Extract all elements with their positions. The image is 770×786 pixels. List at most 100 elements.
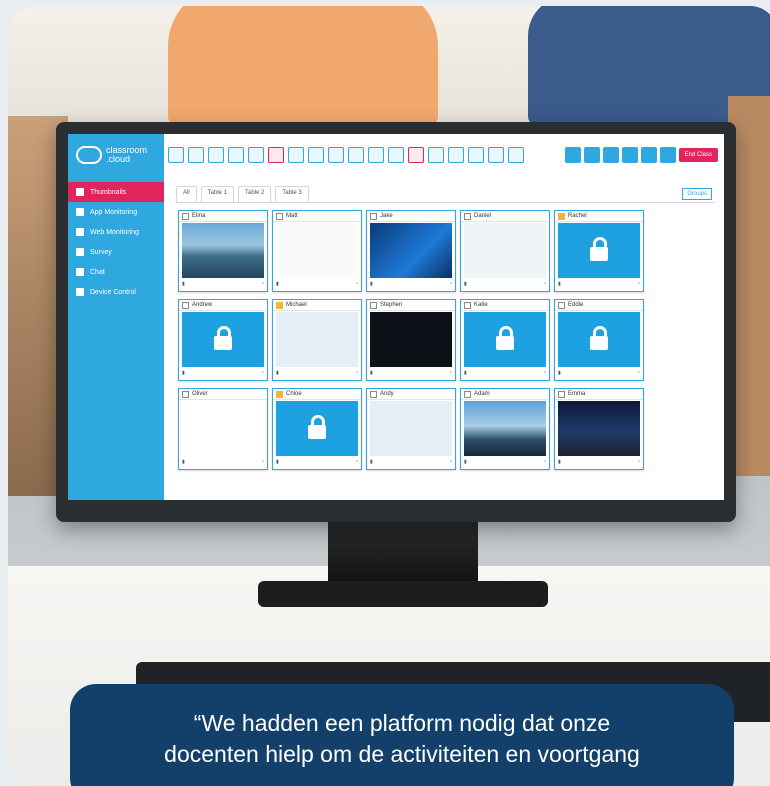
student-card[interactable]: Katie ▮ ◔ [460,299,550,381]
toolbar-button[interactable] [368,147,384,163]
select-checkbox[interactable] [276,301,283,309]
toolbar-button[interactable] [328,147,344,163]
sidebar-item-4[interactable]: Chat [68,262,164,282]
sidebar-item-5[interactable]: Device Control [68,282,164,302]
tab-2[interactable]: Table 2 [238,186,272,202]
student-card[interactable]: Adam ▮ ◔ [460,388,550,470]
screen-thumbnail[interactable] [558,401,640,456]
card-header: Oliver [179,389,267,400]
layout-icon[interactable] [640,147,657,163]
battery-icon: ▮ [370,370,373,376]
tab-1[interactable]: Table 1 [200,186,235,202]
toolbar-button[interactable] [188,147,204,163]
select-checkbox[interactable] [464,390,471,398]
battery-icon: ▮ [558,370,561,376]
student-card[interactable]: Rachel ▮ ◔ [554,210,644,292]
card-footer: ▮ ◔ [464,281,546,289]
student-name: Andrew [192,302,213,308]
toolbar-button[interactable] [228,147,244,163]
toolbar: End Class [168,140,724,170]
zoom-in-icon[interactable] [564,147,581,163]
tab-3[interactable]: Table 3 [275,186,309,202]
sidebar-item-label: App Monitoring [90,208,138,216]
screen-thumbnail[interactable] [558,223,640,278]
screen-thumbnail[interactable] [276,223,358,278]
sidebar-item-3[interactable]: Survey [68,242,164,262]
select-checkbox[interactable] [370,301,377,309]
toolbar-button[interactable] [488,147,504,163]
select-checkbox[interactable] [558,301,565,309]
toolbar-button[interactable] [208,147,224,163]
student-card[interactable]: Elina ▮ ◔ [178,210,268,292]
screen-thumbnail[interactable] [182,401,264,456]
card-header: Eddie [555,300,643,311]
student-card[interactable]: Emma ▮ ◔ [554,388,644,470]
select-checkbox[interactable] [370,212,377,220]
sidebar-item-1[interactable]: App Monitoring [68,202,164,222]
student-card[interactable]: Daniel ▮ ◔ [460,210,550,292]
toolbar-button[interactable] [288,147,304,163]
tab-0[interactable]: All [176,186,197,202]
screen-thumbnail[interactable] [464,312,546,367]
toolbar-button[interactable] [408,147,424,163]
screen-thumbnail[interactable] [370,223,452,278]
student-card[interactable]: Michael ▮ ◔ [272,299,362,381]
expand-icon[interactable] [602,147,619,163]
student-card[interactable]: Oliver ▮ ◔ [178,388,268,470]
select-checkbox[interactable] [370,390,377,398]
student-name: Michael [286,302,307,308]
select-checkbox[interactable] [276,390,283,398]
screen-thumbnail[interactable] [464,401,546,456]
check-icon[interactable] [621,147,638,163]
user-icon[interactable] [659,147,676,163]
student-card[interactable]: Andrew ▮ ◔ [178,299,268,381]
student-card[interactable]: Eddie ▮ ◔ [554,299,644,381]
toolbar-button[interactable] [388,147,404,163]
student-card[interactable]: Chloe ▮ ◔ [272,388,362,470]
toolbar-button[interactable] [248,147,264,163]
toolbar-button[interactable] [268,147,284,163]
student-card[interactable]: Jake ▮ ◔ [366,210,456,292]
screen-thumbnail[interactable] [182,223,264,278]
screen-thumbnail[interactable] [558,312,640,367]
select-checkbox[interactable] [182,301,189,309]
sidebar-item-0[interactable]: Thumbnails [68,182,164,202]
battery-icon: ▮ [276,370,279,376]
wifi-icon: ◔ [542,281,546,287]
select-checkbox[interactable] [276,212,283,220]
wifi-icon: ◔ [354,281,358,287]
end-class-button[interactable]: End Class [678,148,718,162]
select-checkbox[interactable] [464,301,471,309]
groups-button[interactable]: Groups [682,188,712,200]
wifi-icon: ◔ [448,281,452,287]
toolbar-button[interactable] [428,147,444,163]
toolbar-button[interactable] [168,147,184,163]
toolbar-button[interactable] [448,147,464,163]
student-name: Eddie [568,302,584,308]
screen-thumbnail[interactable] [276,312,358,367]
select-checkbox[interactable] [464,212,471,220]
nav-icon [76,188,84,196]
sidebar-item-label: Chat [90,268,105,276]
toolbar-button[interactable] [308,147,324,163]
select-checkbox[interactable] [182,390,189,398]
select-checkbox[interactable] [182,212,189,220]
battery-icon: ▮ [182,281,185,287]
student-card[interactable]: Stephen ▮ ◔ [366,299,456,381]
screen-thumbnail[interactable] [276,401,358,456]
student-card[interactable]: Matt ▮ ◔ [272,210,362,292]
toolbar-button[interactable] [348,147,364,163]
select-checkbox[interactable] [558,212,565,220]
select-checkbox[interactable] [558,390,565,398]
screen-thumbnail[interactable] [370,401,452,456]
screen-thumbnail[interactable] [370,312,452,367]
screen-thumbnail[interactable] [464,223,546,278]
screen-thumbnail[interactable] [182,312,264,367]
zoom-out-icon[interactable] [583,147,600,163]
wifi-icon: ◔ [542,370,546,376]
toolbar-button[interactable] [468,147,484,163]
sidebar-item-2[interactable]: Web Monitoring [68,222,164,242]
toolbar-button[interactable] [508,147,524,163]
student-card[interactable]: Andy ▮ ◔ [366,388,456,470]
wifi-icon: ◔ [542,459,546,465]
